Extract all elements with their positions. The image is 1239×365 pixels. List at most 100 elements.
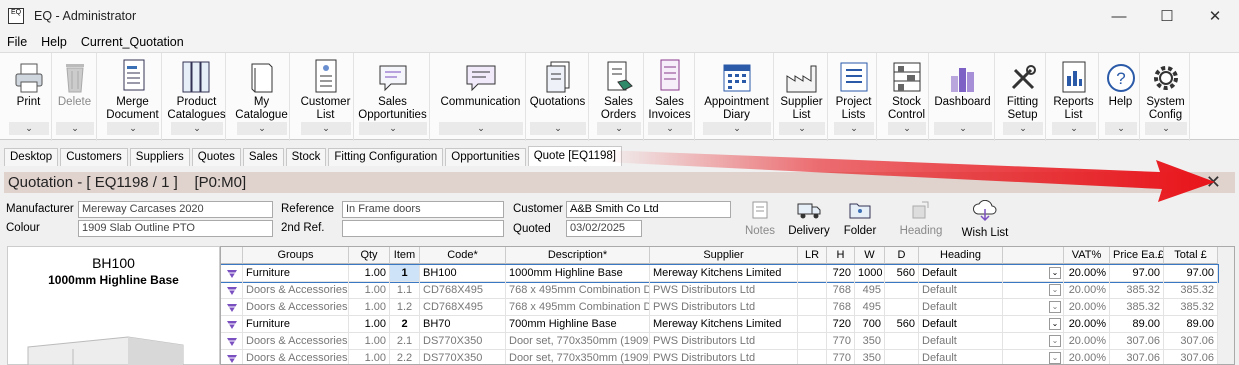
cell-lr[interactable] bbox=[798, 316, 827, 333]
column-header[interactable]: LR bbox=[798, 247, 827, 264]
minimize-icon[interactable]: — bbox=[1095, 0, 1143, 32]
column-header[interactable]: Code* bbox=[420, 247, 506, 264]
cell-group[interactable]: Doors & Accessories bbox=[243, 299, 349, 316]
ribbon-sales-invoices-dropdown[interactable]: ⌄ bbox=[648, 122, 692, 135]
cell-heading[interactable]: Default bbox=[919, 316, 1003, 333]
column-header[interactable]: Supplier bbox=[650, 247, 798, 264]
row-expand-icon[interactable] bbox=[221, 282, 243, 299]
close-window-icon[interactable]: ✕ bbox=[1191, 0, 1239, 32]
ribbon-supplier-list-dropdown[interactable]: ⌄ bbox=[779, 122, 825, 135]
cell-supplier[interactable]: PWS Distributors Ltd bbox=[650, 350, 798, 364]
heading-dropdown-icon[interactable]: ⌄ bbox=[1003, 316, 1064, 333]
quoted-date-field[interactable]: 03/02/2025 bbox=[566, 220, 642, 237]
table-row[interactable]: Doors & Accessories 1.00 2.1 DS770X350 Door … bbox=[221, 333, 1218, 350]
ribbon-quotations-dropdown[interactable]: ⌄ bbox=[530, 122, 586, 135]
cell-code[interactable]: BH70 bbox=[420, 316, 506, 333]
cell-w[interactable]: 350 bbox=[855, 350, 885, 364]
row-expand-icon[interactable] bbox=[221, 350, 243, 364]
heading-dropdown-icon[interactable]: ⌄ bbox=[1003, 265, 1064, 282]
cell-vat[interactable]: 20.00% bbox=[1064, 282, 1110, 299]
cell-h[interactable]: 770 bbox=[827, 333, 855, 350]
cell-total[interactable]: 385.32 bbox=[1164, 282, 1218, 299]
cell-vat[interactable]: 20.00% bbox=[1064, 299, 1110, 316]
ribbon-system-config-dropdown[interactable]: ⌄ bbox=[1145, 122, 1187, 135]
ribbon-print-dropdown[interactable]: ⌄ bbox=[9, 122, 49, 135]
cell-d[interactable]: 560 bbox=[885, 265, 919, 282]
ribbon-project-lists-dropdown[interactable]: ⌄ bbox=[834, 122, 874, 135]
manufacturer-field[interactable]: Mereway Carcases 2020 bbox=[78, 201, 273, 218]
customer-field[interactable]: A&B Smith Co Ltd bbox=[566, 201, 731, 218]
heading-dropdown-icon[interactable]: ⌄ bbox=[1003, 299, 1064, 316]
second-ref-field[interactable] bbox=[342, 220, 504, 237]
cell-d[interactable] bbox=[885, 333, 919, 350]
row-expand-icon[interactable] bbox=[221, 265, 243, 282]
tab-customers[interactable]: Customers bbox=[60, 148, 128, 166]
cell-qty[interactable]: 1.00 bbox=[349, 299, 390, 316]
cell-total[interactable]: 307.06 bbox=[1164, 333, 1218, 350]
cell-h[interactable]: 720 bbox=[827, 316, 855, 333]
close-quote-icon[interactable]: ✕ bbox=[1206, 172, 1221, 193]
menu-file[interactable]: File bbox=[0, 35, 34, 49]
cell-d[interactable] bbox=[885, 282, 919, 299]
ribbon-product-catalogues-dropdown[interactable]: ⌄ bbox=[171, 122, 223, 135]
cell-desc[interactable]: 768 x 495mm Combination Door bbox=[506, 299, 650, 316]
cell-price[interactable]: 385.32 bbox=[1110, 299, 1164, 316]
cell-vat[interactable]: 20.00% bbox=[1064, 350, 1110, 364]
cell-price[interactable]: 307.06 bbox=[1110, 350, 1164, 364]
cell-code[interactable]: BH100 bbox=[420, 265, 506, 282]
cell-h[interactable]: 768 bbox=[827, 282, 855, 299]
cell-heading[interactable]: Default bbox=[919, 282, 1003, 299]
ribbon-customer-list-dropdown[interactable]: ⌄ bbox=[301, 122, 351, 135]
cell-w[interactable]: 495 bbox=[855, 282, 885, 299]
ribbon-delete-dropdown[interactable]: ⌄ bbox=[56, 122, 94, 135]
column-header[interactable]: Item bbox=[390, 247, 420, 264]
cell-supplier[interactable]: PWS Distributors Ltd bbox=[650, 299, 798, 316]
ribbon-appointment-diary-dropdown[interactable]: ⌄ bbox=[703, 122, 771, 135]
column-header[interactable]: D bbox=[885, 247, 919, 264]
ribbon-fitting-setup-dropdown[interactable]: ⌄ bbox=[1003, 122, 1043, 135]
cell-code[interactable]: DS770X350 bbox=[420, 350, 506, 364]
cell-heading[interactable]: Default bbox=[919, 333, 1003, 350]
cell-qty[interactable]: 1.00 bbox=[349, 265, 390, 282]
cell-h[interactable]: 720 bbox=[827, 265, 855, 282]
table-row[interactable]: Furniture 1.00 2 BH70 700mm Highline Base Mer… bbox=[221, 316, 1218, 333]
cell-h[interactable]: 768 bbox=[827, 299, 855, 316]
row-expand-icon[interactable] bbox=[221, 333, 243, 350]
delivery-button[interactable]: Delivery bbox=[786, 196, 832, 240]
table-row[interactable]: Doors & Accessories 1.00 1.2 CD768X495 768 x… bbox=[221, 299, 1218, 316]
cell-code[interactable]: CD768X495 bbox=[420, 299, 506, 316]
colour-field[interactable]: 1909 Slab Outline PTO bbox=[78, 220, 273, 237]
table-row[interactable]: Furniture 1.00 1 BH100 1000mm Highline Base M… bbox=[221, 264, 1219, 283]
column-header[interactable] bbox=[221, 247, 243, 264]
heading-dropdown-icon[interactable]: ⌄ bbox=[1003, 333, 1064, 350]
cell-code[interactable]: CD768X495 bbox=[420, 282, 506, 299]
cell-heading[interactable]: Default bbox=[919, 350, 1003, 364]
cell-heading[interactable]: Default bbox=[919, 265, 1003, 282]
cell-total[interactable]: 307.06 bbox=[1164, 350, 1218, 364]
cell-price[interactable]: 307.06 bbox=[1110, 333, 1164, 350]
ribbon-communication-dropdown[interactable]: ⌄ bbox=[439, 122, 523, 135]
cell-lr[interactable] bbox=[798, 299, 827, 316]
cell-price[interactable]: 385.32 bbox=[1110, 282, 1164, 299]
cell-w[interactable]: 495 bbox=[855, 299, 885, 316]
column-header[interactable]: Price Ea.£ bbox=[1110, 247, 1164, 264]
cell-lr[interactable] bbox=[798, 282, 827, 299]
cell-price[interactable]: 89.00 bbox=[1110, 316, 1164, 333]
ribbon-merge-document-dropdown[interactable]: ⌄ bbox=[107, 122, 159, 135]
cell-vat[interactable]: 20.00% bbox=[1064, 265, 1110, 282]
cell-group[interactable]: Furniture bbox=[243, 265, 349, 282]
cell-supplier[interactable]: Mereway Kitchens Limited bbox=[650, 265, 798, 282]
cell-qty[interactable]: 1.00 bbox=[349, 350, 390, 364]
cell-supplier[interactable]: PWS Distributors Ltd bbox=[650, 333, 798, 350]
cell-supplier[interactable]: PWS Distributors Ltd bbox=[650, 282, 798, 299]
tab-quote-eq1198[interactable]: Quote [EQ1198] bbox=[527, 146, 622, 166]
menu-current-quotation[interactable]: Current_Quotation bbox=[74, 35, 191, 49]
cell-item[interactable]: 1.2 bbox=[390, 299, 420, 316]
ribbon-sales-opportunities-dropdown[interactable]: ⌄ bbox=[359, 122, 427, 135]
maximize-icon[interactable]: ☐ bbox=[1143, 0, 1191, 32]
cell-d[interactable]: 560 bbox=[885, 316, 919, 333]
column-header[interactable]: Groups bbox=[243, 247, 349, 264]
cell-total[interactable]: 89.00 bbox=[1164, 316, 1218, 333]
vertical-scrollbar[interactable] bbox=[1217, 247, 1234, 364]
cell-total[interactable]: 385.32 bbox=[1164, 299, 1218, 316]
